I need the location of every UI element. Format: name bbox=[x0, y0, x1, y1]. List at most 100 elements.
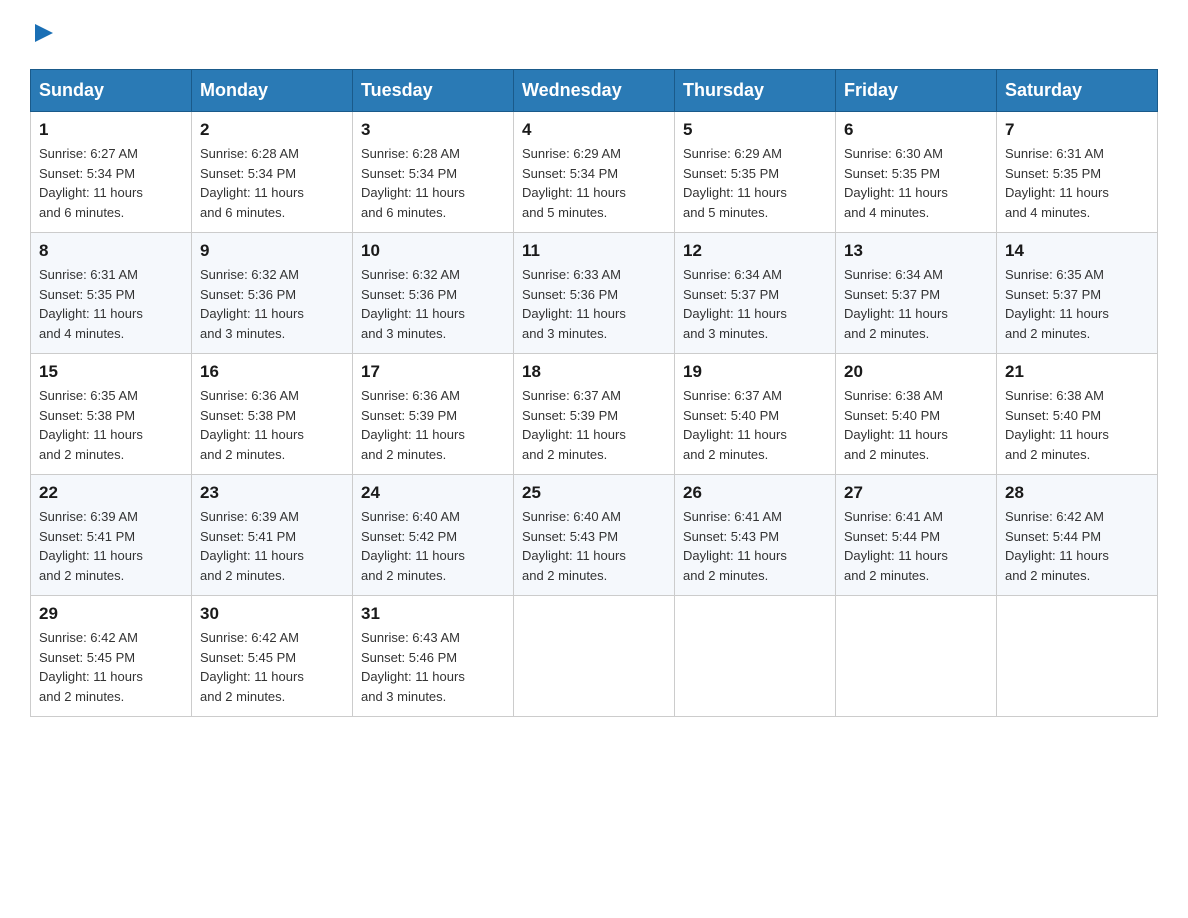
day-info: Sunrise: 6:29 AMSunset: 5:35 PMDaylight:… bbox=[683, 144, 827, 222]
day-number: 18 bbox=[522, 362, 666, 382]
header-cell-tuesday: Tuesday bbox=[353, 70, 514, 112]
day-cell: 1 Sunrise: 6:27 AMSunset: 5:34 PMDaylight… bbox=[31, 112, 192, 233]
day-number: 31 bbox=[361, 604, 505, 624]
day-number: 22 bbox=[39, 483, 183, 503]
day-number: 23 bbox=[200, 483, 344, 503]
day-cell: 4 Sunrise: 6:29 AMSunset: 5:34 PMDaylight… bbox=[514, 112, 675, 233]
day-info: Sunrise: 6:30 AMSunset: 5:35 PMDaylight:… bbox=[844, 144, 988, 222]
day-cell: 10 Sunrise: 6:32 AMSunset: 5:36 PMDayligh… bbox=[353, 233, 514, 354]
day-cell: 28Sunrise: 6:42 AMSunset: 5:44 PMDayligh… bbox=[997, 475, 1158, 596]
day-cell: 17 Sunrise: 6:36 AMSunset: 5:39 PMDayligh… bbox=[353, 354, 514, 475]
day-info: Sunrise: 6:31 AMSunset: 5:35 PMDaylight:… bbox=[1005, 144, 1149, 222]
day-cell: 20Sunrise: 6:38 AMSunset: 5:40 PMDayligh… bbox=[836, 354, 997, 475]
day-info: Sunrise: 6:35 AMSunset: 5:37 PMDaylight:… bbox=[1005, 265, 1149, 343]
day-info: Sunrise: 6:41 AMSunset: 5:44 PMDaylight:… bbox=[844, 507, 988, 585]
day-cell: 3 Sunrise: 6:28 AMSunset: 5:34 PMDaylight… bbox=[353, 112, 514, 233]
day-cell: 21 Sunrise: 6:38 AMSunset: 5:40 PMDayligh… bbox=[997, 354, 1158, 475]
day-number: 3 bbox=[361, 120, 505, 140]
day-cell: 6 Sunrise: 6:30 AMSunset: 5:35 PMDaylight… bbox=[836, 112, 997, 233]
day-info: Sunrise: 6:28 AMSunset: 5:34 PMDaylight:… bbox=[361, 144, 505, 222]
page-header bbox=[30, 20, 1158, 49]
day-number: 14 bbox=[1005, 241, 1149, 261]
header-cell-thursday: Thursday bbox=[675, 70, 836, 112]
day-number: 10 bbox=[361, 241, 505, 261]
day-cell: 23Sunrise: 6:39 AMSunset: 5:41 PMDayligh… bbox=[192, 475, 353, 596]
day-cell bbox=[675, 596, 836, 717]
week-row-2: 8 Sunrise: 6:31 AMSunset: 5:35 PMDaylight… bbox=[31, 233, 1158, 354]
day-cell: 7 Sunrise: 6:31 AMSunset: 5:35 PMDaylight… bbox=[997, 112, 1158, 233]
day-cell: 12 Sunrise: 6:34 AMSunset: 5:37 PMDayligh… bbox=[675, 233, 836, 354]
day-cell: 2Sunrise: 6:28 AMSunset: 5:34 PMDaylight… bbox=[192, 112, 353, 233]
day-cell: 9 Sunrise: 6:32 AMSunset: 5:36 PMDaylight… bbox=[192, 233, 353, 354]
calendar-header: SundayMondayTuesdayWednesdayThursdayFrid… bbox=[31, 70, 1158, 112]
day-cell: 5 Sunrise: 6:29 AMSunset: 5:35 PMDaylight… bbox=[675, 112, 836, 233]
logo bbox=[30, 20, 55, 49]
logo-chevron-icon bbox=[33, 22, 55, 49]
day-info: Sunrise: 6:36 AMSunset: 5:38 PMDaylight:… bbox=[200, 386, 344, 464]
day-cell: 8 Sunrise: 6:31 AMSunset: 5:35 PMDaylight… bbox=[31, 233, 192, 354]
day-info: Sunrise: 6:34 AMSunset: 5:37 PMDaylight:… bbox=[844, 265, 988, 343]
day-number: 21 bbox=[1005, 362, 1149, 382]
day-cell bbox=[836, 596, 997, 717]
week-row-5: 29Sunrise: 6:42 AMSunset: 5:45 PMDayligh… bbox=[31, 596, 1158, 717]
header-cell-sunday: Sunday bbox=[31, 70, 192, 112]
day-number: 26 bbox=[683, 483, 827, 503]
day-cell: 18Sunrise: 6:37 AMSunset: 5:39 PMDayligh… bbox=[514, 354, 675, 475]
day-info: Sunrise: 6:31 AMSunset: 5:35 PMDaylight:… bbox=[39, 265, 183, 343]
day-cell: 22 Sunrise: 6:39 AMSunset: 5:41 PMDayligh… bbox=[31, 475, 192, 596]
day-cell: 15Sunrise: 6:35 AMSunset: 5:38 PMDayligh… bbox=[31, 354, 192, 475]
day-info: Sunrise: 6:34 AMSunset: 5:37 PMDaylight:… bbox=[683, 265, 827, 343]
day-number: 7 bbox=[1005, 120, 1149, 140]
day-info: Sunrise: 6:32 AMSunset: 5:36 PMDaylight:… bbox=[200, 265, 344, 343]
day-number: 6 bbox=[844, 120, 988, 140]
day-info: Sunrise: 6:40 AMSunset: 5:43 PMDaylight:… bbox=[522, 507, 666, 585]
day-number: 20 bbox=[844, 362, 988, 382]
week-row-3: 15Sunrise: 6:35 AMSunset: 5:38 PMDayligh… bbox=[31, 354, 1158, 475]
day-info: Sunrise: 6:32 AMSunset: 5:36 PMDaylight:… bbox=[361, 265, 505, 343]
day-number: 11 bbox=[522, 241, 666, 261]
day-cell: 29Sunrise: 6:42 AMSunset: 5:45 PMDayligh… bbox=[31, 596, 192, 717]
day-number: 5 bbox=[683, 120, 827, 140]
calendar-body: 1 Sunrise: 6:27 AMSunset: 5:34 PMDaylight… bbox=[31, 112, 1158, 717]
day-info: Sunrise: 6:41 AMSunset: 5:43 PMDaylight:… bbox=[683, 507, 827, 585]
day-info: Sunrise: 6:42 AMSunset: 5:45 PMDaylight:… bbox=[200, 628, 344, 706]
day-cell: 13 Sunrise: 6:34 AMSunset: 5:37 PMDayligh… bbox=[836, 233, 997, 354]
day-info: Sunrise: 6:33 AMSunset: 5:36 PMDaylight:… bbox=[522, 265, 666, 343]
day-info: Sunrise: 6:27 AMSunset: 5:34 PMDaylight:… bbox=[39, 144, 183, 222]
day-cell: 31Sunrise: 6:43 AMSunset: 5:46 PMDayligh… bbox=[353, 596, 514, 717]
day-number: 27 bbox=[844, 483, 988, 503]
day-cell: 30 Sunrise: 6:42 AMSunset: 5:45 PMDayligh… bbox=[192, 596, 353, 717]
day-cell: 26 Sunrise: 6:41 AMSunset: 5:43 PMDayligh… bbox=[675, 475, 836, 596]
day-info: Sunrise: 6:29 AMSunset: 5:34 PMDaylight:… bbox=[522, 144, 666, 222]
day-cell: 19Sunrise: 6:37 AMSunset: 5:40 PMDayligh… bbox=[675, 354, 836, 475]
header-cell-friday: Friday bbox=[836, 70, 997, 112]
calendar-table: SundayMondayTuesdayWednesdayThursdayFrid… bbox=[30, 69, 1158, 717]
day-cell: 11 Sunrise: 6:33 AMSunset: 5:36 PMDayligh… bbox=[514, 233, 675, 354]
day-number: 4 bbox=[522, 120, 666, 140]
day-number: 1 bbox=[39, 120, 183, 140]
day-number: 30 bbox=[200, 604, 344, 624]
day-cell: 27 Sunrise: 6:41 AMSunset: 5:44 PMDayligh… bbox=[836, 475, 997, 596]
week-row-4: 22 Sunrise: 6:39 AMSunset: 5:41 PMDayligh… bbox=[31, 475, 1158, 596]
day-number: 19 bbox=[683, 362, 827, 382]
header-cell-saturday: Saturday bbox=[997, 70, 1158, 112]
day-info: Sunrise: 6:39 AMSunset: 5:41 PMDaylight:… bbox=[39, 507, 183, 585]
day-info: Sunrise: 6:42 AMSunset: 5:44 PMDaylight:… bbox=[1005, 507, 1149, 585]
week-row-1: 1 Sunrise: 6:27 AMSunset: 5:34 PMDaylight… bbox=[31, 112, 1158, 233]
header-cell-wednesday: Wednesday bbox=[514, 70, 675, 112]
day-cell bbox=[997, 596, 1158, 717]
day-number: 8 bbox=[39, 241, 183, 261]
day-cell: 14 Sunrise: 6:35 AMSunset: 5:37 PMDayligh… bbox=[997, 233, 1158, 354]
day-cell: 16Sunrise: 6:36 AMSunset: 5:38 PMDayligh… bbox=[192, 354, 353, 475]
day-number: 9 bbox=[200, 241, 344, 261]
day-info: Sunrise: 6:28 AMSunset: 5:34 PMDaylight:… bbox=[200, 144, 344, 222]
day-info: Sunrise: 6:40 AMSunset: 5:42 PMDaylight:… bbox=[361, 507, 505, 585]
day-info: Sunrise: 6:42 AMSunset: 5:45 PMDaylight:… bbox=[39, 628, 183, 706]
day-info: Sunrise: 6:38 AMSunset: 5:40 PMDaylight:… bbox=[1005, 386, 1149, 464]
day-info: Sunrise: 6:36 AMSunset: 5:39 PMDaylight:… bbox=[361, 386, 505, 464]
day-number: 17 bbox=[361, 362, 505, 382]
day-number: 24 bbox=[361, 483, 505, 503]
day-number: 12 bbox=[683, 241, 827, 261]
day-number: 15 bbox=[39, 362, 183, 382]
day-number: 13 bbox=[844, 241, 988, 261]
